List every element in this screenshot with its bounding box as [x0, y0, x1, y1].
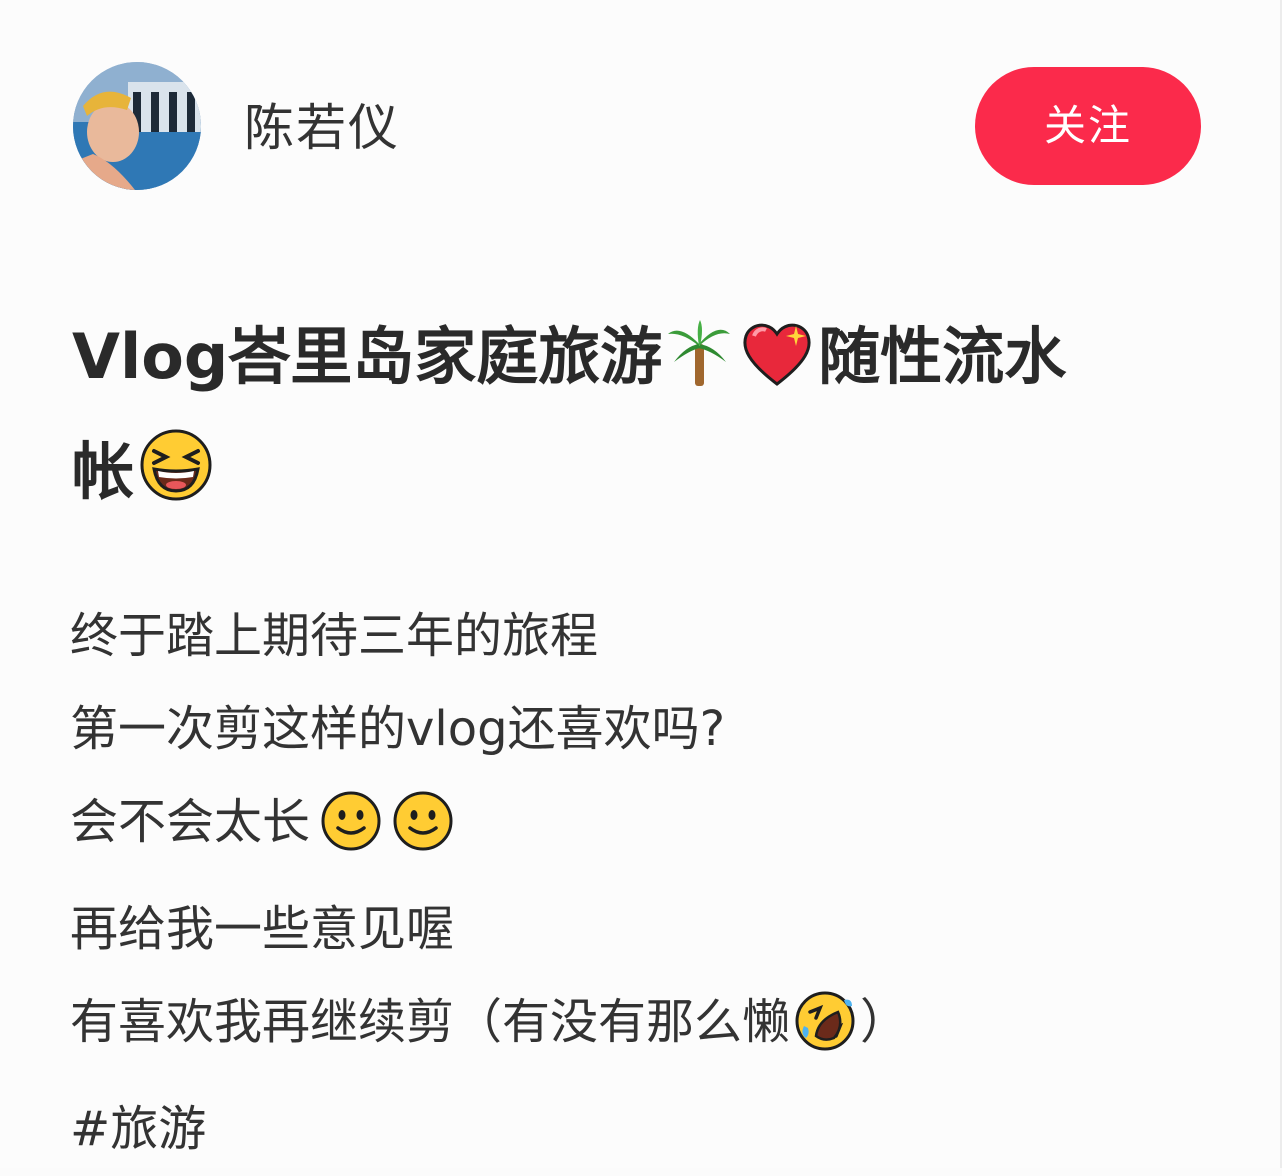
slightly-smiling-face-icon [320, 790, 382, 883]
title-text-2: 随性流水 [818, 320, 1067, 393]
slightly-smiling-face-icon [392, 790, 454, 883]
follow-button[interactable]: 关注 [975, 67, 1201, 185]
sparkling-heart-icon [740, 314, 814, 419]
body-line-1: 终于踏上期待三年的旅程 [70, 608, 599, 664]
body-line-4: 再给我一些意见喔 [70, 901, 455, 957]
title-text-3: 帐 [72, 435, 135, 508]
title-text-1: Vlog峇里岛家庭旅游 [72, 320, 663, 393]
grinning-squinting-face-icon [138, 427, 214, 534]
palm-tree-icon [666, 314, 732, 419]
body-line-5-text: 有喜欢我再继续剪（有没有那么懒 [70, 994, 791, 1050]
author-name[interactable]: 陈若仪 [244, 96, 400, 160]
body-line-3: 会不会太长 [70, 776, 1220, 883]
rolling-on-floor-laughing-icon [794, 990, 856, 1083]
body-line-2: 第一次剪这样的vlog还喜欢吗? [70, 701, 726, 757]
avatar-photo-icon [73, 62, 201, 190]
hashtag-travel[interactable]: #旅游 [70, 1083, 1220, 1176]
body-line-3-text: 会不会太长 [70, 794, 311, 850]
body-line-5: 有喜欢我再继续剪（有没有那么懒 ） [70, 976, 1220, 1083]
post-body: 终于踏上期待三年的旅程 第一次剪这样的vlog还喜欢吗? 会不会太长 再给我一些… [70, 590, 1220, 1176]
post-title: Vlog峇里岛家庭旅游 随性流水帐 [72, 304, 1192, 534]
post-card: 陈若仪 关注 Vlog峇里岛家庭旅游 随性流水帐 终于踏上期待三年的旅程 第一次剪… [0, 0, 1282, 1168]
body-line-5-close: ） [860, 994, 909, 1050]
author-avatar[interactable] [73, 62, 201, 190]
